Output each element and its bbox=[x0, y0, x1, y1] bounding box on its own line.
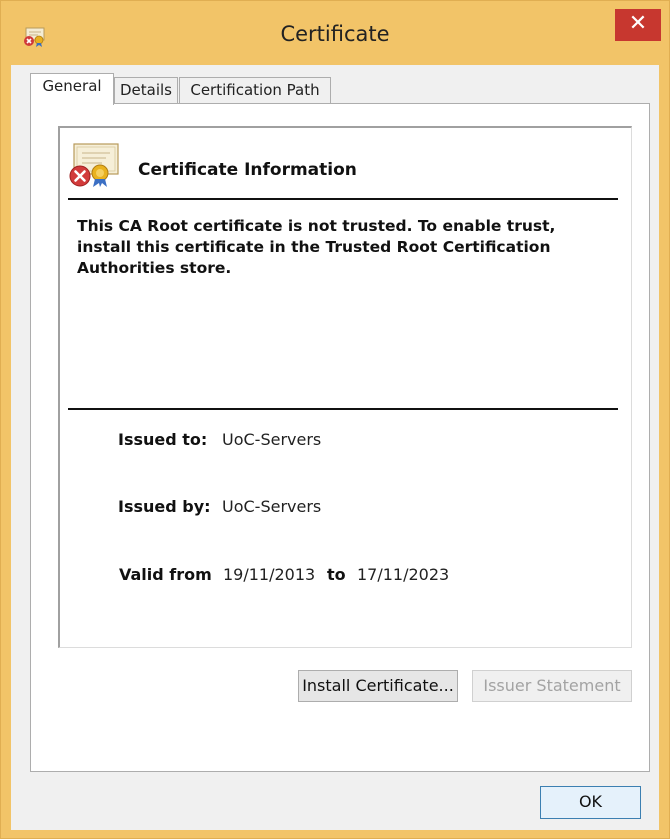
valid-to-value: 17/11/2023 bbox=[357, 565, 450, 584]
tab-details[interactable]: Details bbox=[114, 77, 178, 103]
issued-by-value: UoC-Servers bbox=[222, 497, 322, 516]
valid-to-label: to bbox=[327, 565, 346, 584]
issuer-statement-button[interactable]: Issuer Statement bbox=[472, 670, 632, 702]
heading-divider bbox=[68, 198, 618, 200]
fields-divider bbox=[68, 408, 618, 410]
valid-from-value: 19/11/2013 bbox=[223, 565, 316, 584]
title-bar[interactable]: Certificate ✕ bbox=[1, 1, 669, 65]
issued-to-value: UoC-Servers bbox=[222, 430, 322, 449]
issued-to-label: Issued to: bbox=[118, 430, 208, 449]
install-certificate-button[interactable]: Install Certificate... bbox=[298, 670, 458, 702]
certificate-error-icon bbox=[69, 143, 119, 187]
tab-general[interactable]: General bbox=[30, 73, 114, 105]
general-tab-panel: Certificate Information This CA Root cer… bbox=[30, 103, 650, 772]
ok-button[interactable]: OK bbox=[540, 786, 641, 819]
valid-from-label: Valid from bbox=[119, 565, 212, 584]
issued-by-label: Issued by: bbox=[118, 497, 211, 516]
certificate-window: Certificate ✕ General Details Certificat… bbox=[0, 0, 670, 839]
close-button[interactable]: ✕ bbox=[615, 9, 661, 41]
trust-warning-text: This CA Root certificate is not trusted.… bbox=[77, 217, 556, 277]
tab-certification-path[interactable]: Certification Path bbox=[179, 77, 331, 103]
window-title: Certificate bbox=[280, 22, 390, 46]
certificate-info-heading: Certificate Information bbox=[138, 160, 357, 180]
certificate-info-box: Certificate Information This CA Root cer… bbox=[58, 126, 632, 648]
dialog-client: General Details Certification Path Certi… bbox=[11, 65, 659, 830]
